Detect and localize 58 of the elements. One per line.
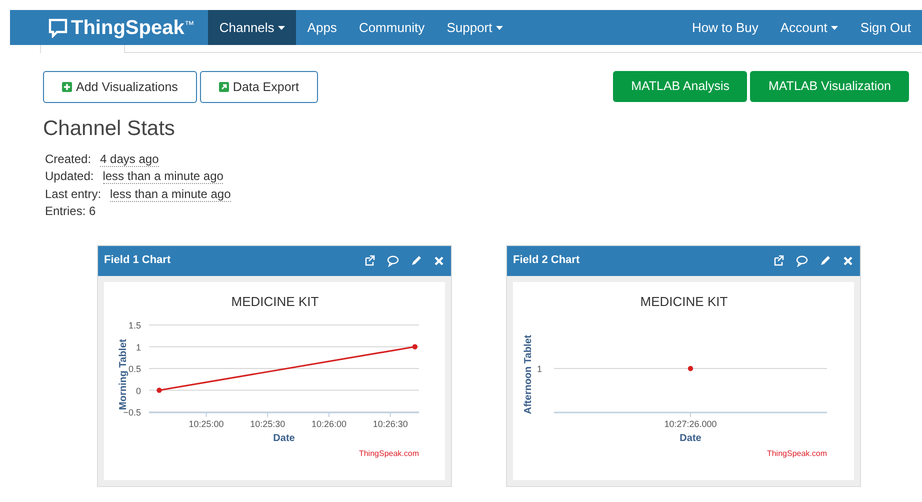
toolbar-button[interactable]: Add Visualizations — [43, 71, 197, 103]
stat-label: Created: — [45, 150, 92, 168]
credit-link[interactable]: ThingSpeak.com — [358, 448, 419, 458]
axis-tick-label: 10:26:30 — [372, 418, 408, 428]
nav-link[interactable]: Account — [769, 10, 850, 45]
section-title: Channel Stats — [43, 116, 176, 142]
axis-tick-label: 1.5 — [128, 320, 141, 330]
card-title: Field 2 Chart — [513, 253, 581, 268]
caret-icon — [278, 26, 286, 30]
axis-title: Afternoon Tablet — [523, 334, 534, 414]
chart-title: MEDICINE KIT — [640, 294, 728, 308]
data-point — [412, 344, 418, 349]
axis-tick-label: 10:25:00 — [188, 418, 224, 428]
brand-logo[interactable]: ThingSpeak — [71, 12, 184, 42]
comment-icon[interactable] — [387, 254, 399, 266]
caret-icon — [496, 26, 504, 30]
axis-tick-label: 0 — [136, 385, 141, 396]
plus-icon — [62, 82, 72, 92]
data-point — [688, 365, 694, 371]
stat-label: Last entry: — [45, 186, 102, 202]
matlab-button[interactable]: MATLAB Visualization — [750, 71, 909, 102]
nav-link[interactable]: Community — [348, 10, 436, 45]
stat-label: Updated: — [45, 168, 94, 185]
axis-title: Date — [273, 432, 295, 444]
external-link-icon[interactable] — [773, 254, 785, 266]
toolbar-button[interactable]: Data Export — [200, 71, 318, 103]
nav-link[interactable]: Sign Out — [849, 10, 922, 45]
card-title: Field 1 Chart — [104, 253, 172, 268]
close-icon[interactable] — [433, 254, 445, 266]
data-point — [156, 387, 162, 392]
axis-tick-label: 10:26:00 — [311, 418, 347, 428]
chart-title: MEDICINE KIT — [231, 294, 319, 308]
matlab-button[interactable]: MATLAB Analysis — [613, 71, 748, 102]
stat-value: 4 days ago — [100, 152, 159, 166]
external-link-icon[interactable] — [364, 254, 376, 266]
nav-link[interactable]: Support — [436, 10, 514, 45]
arrow-icon — [218, 82, 229, 92]
axis-tick-label: 1 — [136, 342, 141, 352]
stat-label: Entries: 6 — [45, 203, 96, 220]
close-icon[interactable] — [842, 254, 854, 266]
axis-tick-label: 10:25:30 — [250, 418, 286, 428]
pencil-icon[interactable] — [819, 254, 831, 266]
credit-link[interactable]: ThingSpeak.com — [766, 448, 827, 458]
axis-tick-label: 1 — [536, 364, 542, 374]
caret-icon — [831, 26, 838, 30]
speech-bubble-icon — [48, 18, 68, 38]
stat-value: less than a minute ago — [110, 186, 231, 202]
axis-tick-label: 0.5 — [128, 364, 141, 374]
stat-value: less than a minute ago — [102, 169, 224, 184]
pencil-icon[interactable] — [410, 254, 422, 266]
axis-title: Date — [680, 432, 702, 444]
axis-title: Morning Tablet — [118, 338, 129, 410]
nav-link[interactable]: Channels — [208, 10, 296, 45]
nav-link[interactable]: Apps — [296, 10, 348, 45]
axis-tick-label: 10:27:26.000 — [664, 418, 717, 428]
trademark-mark: ™ — [184, 20, 194, 31]
nav-link[interactable]: How to Buy — [680, 10, 770, 45]
comment-icon[interactable] — [796, 254, 808, 266]
